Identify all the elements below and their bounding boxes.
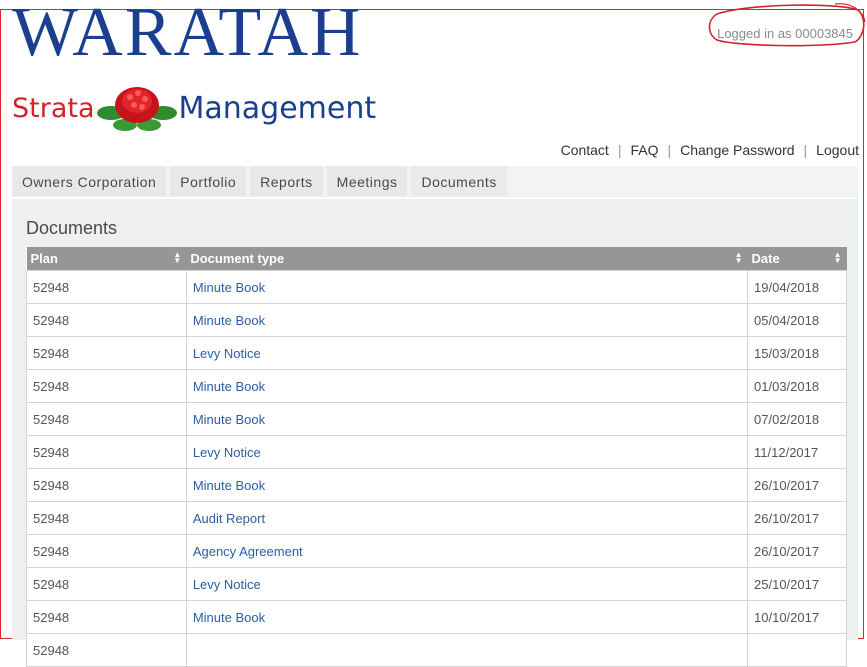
table-row: 52948 Agency Agreement 26/10/2017 — [26, 534, 847, 568]
document-link[interactable] — [185, 633, 749, 667]
logo-strata: Strata — [12, 92, 95, 124]
date-cell: 26/10/2017 — [747, 468, 847, 502]
date-cell: 19/04/2018 — [747, 270, 847, 304]
documents-table: Plan ▲ ▼ Document type ▲ ▼ Date ▲ ▼ 52948 Minut… — [26, 247, 847, 667]
table-row: 52948 — [26, 633, 847, 667]
document-link[interactable]: Levy Notice — [185, 567, 749, 601]
document-link[interactable]: Minute Book — [185, 270, 749, 304]
plan-cell: 52948 — [26, 600, 187, 634]
plan-cell: 52948 — [26, 633, 187, 667]
date-cell: 26/10/2017 — [747, 534, 847, 568]
logo-title: WARATAH — [12, 0, 363, 71]
date-cell: 05/04/2018 — [747, 303, 847, 337]
document-link[interactable]: Levy Notice — [185, 435, 749, 469]
plan-cell: 52948 — [26, 501, 187, 535]
table-row: 52948 Minute Book 26/10/2017 — [26, 468, 847, 502]
date-cell: 01/03/2018 — [747, 369, 847, 403]
table-row: 52948 Levy Notice 11/12/2017 — [26, 435, 847, 469]
main-nav: Owners Corporation Portfolio Reports Mee… — [12, 166, 858, 197]
plan-cell: 52948 — [26, 567, 187, 601]
column-header-date[interactable]: Date ▲ ▼ — [747, 247, 847, 271]
document-link[interactable]: Agency Agreement — [185, 534, 749, 568]
document-link[interactable]: Audit Report — [185, 501, 749, 535]
document-link[interactable]: Minute Book — [185, 468, 749, 502]
document-link[interactable]: Minute Book — [185, 369, 749, 403]
date-cell: 10/10/2017 — [747, 600, 847, 634]
date-cell — [747, 633, 847, 667]
link-separator: | — [617, 142, 622, 158]
table-row: 52948 Levy Notice 25/10/2017 — [26, 567, 847, 601]
sort-arrows-icon: ▲ ▼ — [173, 250, 182, 265]
page-title: Documents — [26, 218, 118, 238]
faq-link[interactable]: FAQ — [630, 142, 658, 158]
table-row: 52948 Minute Book 19/04/2018 — [26, 270, 847, 304]
plan-cell: 52948 — [26, 468, 187, 502]
document-link[interactable]: Levy Notice — [185, 336, 749, 370]
tab-meetings[interactable]: Meetings — [326, 166, 408, 196]
column-header-plan[interactable]: Plan ▲ ▼ — [26, 247, 187, 271]
table-row: 52948 Minute Book 01/03/2018 — [26, 369, 847, 403]
table-row: 52948 Levy Notice 15/03/2018 — [26, 336, 847, 370]
top-links: Contact | FAQ | Change Password | Logout — [561, 142, 859, 158]
plan-cell: 52948 — [26, 336, 187, 370]
logout-link[interactable]: Logout — [816, 142, 859, 158]
waratah-flower-icon — [96, 87, 177, 131]
document-link[interactable]: Minute Book — [185, 402, 749, 436]
date-cell: 25/10/2017 — [747, 567, 847, 601]
plan-cell: 52948 — [26, 303, 187, 337]
table-row: 52948 Minute Book 10/10/2017 — [26, 600, 847, 634]
date-cell: 15/03/2018 — [747, 336, 847, 370]
change-password-link[interactable]: Change Password — [680, 142, 794, 158]
sort-arrows-icon: ▲ ▼ — [734, 250, 743, 265]
date-cell: 11/12/2017 — [747, 435, 847, 469]
sort-arrows-icon: ▲ ▼ — [833, 250, 842, 265]
plan-cell: 52948 — [26, 270, 187, 304]
tab-documents[interactable]: Documents — [411, 166, 507, 196]
date-cell: 26/10/2017 — [747, 501, 847, 535]
contact-link[interactable]: Contact — [561, 142, 609, 158]
tab-portfolio[interactable]: Portfolio — [170, 166, 247, 196]
plan-cell: 52948 — [26, 402, 187, 436]
table-row: 52948 Minute Book 05/04/2018 — [26, 303, 847, 337]
tab-reports[interactable]: Reports — [250, 166, 323, 196]
documents-panel: Documents Plan ▲ ▼ Document type ▲ ▼ Date ▲ ▼ … — [12, 199, 858, 667]
link-separator: | — [667, 142, 672, 158]
table-row: 52948 Minute Book 07/02/2018 — [26, 402, 847, 436]
plan-cell: 52948 — [26, 369, 187, 403]
plan-cell: 52948 — [26, 435, 187, 469]
table-row: 52948 Audit Report 26/10/2017 — [26, 501, 847, 535]
logo-management: Management — [178, 90, 377, 126]
date-cell: 07/02/2018 — [747, 402, 847, 436]
tab-owners-corporation[interactable]: Owners Corporation — [12, 166, 167, 196]
column-header-document-type[interactable]: Document type ▲ ▼ — [186, 247, 748, 271]
link-separator: | — [803, 142, 808, 158]
document-link[interactable]: Minute Book — [185, 600, 749, 634]
table-body: 52948 Minute Book 19/04/2018 52948 Minute Bo… — [26, 270, 847, 667]
plan-cell: 52948 — [26, 534, 187, 568]
document-link[interactable]: Minute Book — [185, 303, 749, 337]
logged-in-status: Logged in as 00003845 — [717, 26, 853, 41]
logo-subtitle: Strata Management — [12, 83, 376, 133]
